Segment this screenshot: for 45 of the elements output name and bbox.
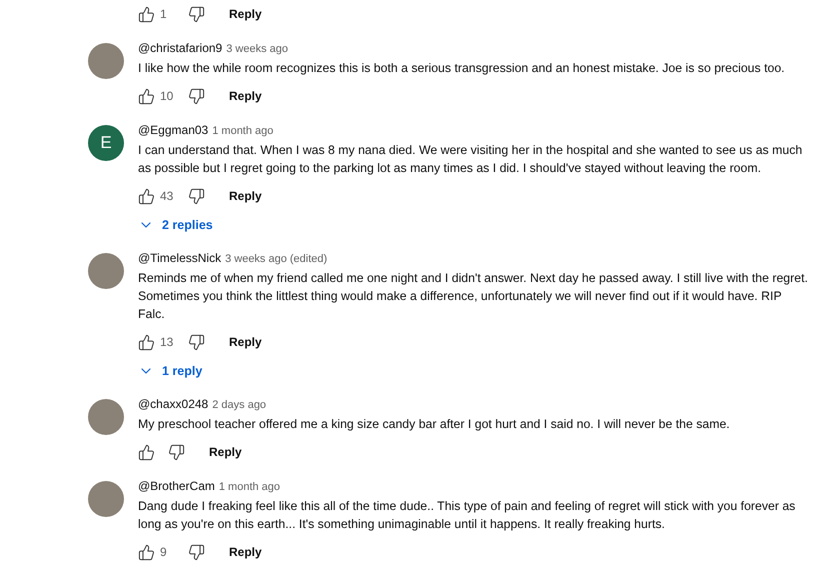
thumbs-up-icon	[138, 334, 154, 350]
reply-button[interactable]: Reply	[218, 84, 273, 108]
thumbs-up-icon	[138, 188, 154, 204]
thumbs-down-icon	[188, 88, 204, 104]
like-count: 13	[160, 334, 174, 351]
comment-text: My preschool teacher offered me a king size candy bar after I got hurt and I said no. I will never be the same.	[138, 416, 731, 433]
comment-text: I can understand that. When I was 8 my nana died. We were visiting her in the hospital and she wanted to see us as much as possible but I regret going to the parking lot as many times as I did. I should've stayed without leaving the room.	[138, 142, 804, 177]
avatar-photo-placeholder	[88, 399, 124, 435]
comment-author[interactable]: @TimelessNick	[138, 249, 222, 267]
reply-button[interactable]: Reply	[218, 184, 273, 208]
like-count: 9	[160, 544, 168, 561]
comment-time: 1 month ago	[218, 480, 280, 495]
like-count: 1	[160, 6, 168, 23]
reply-button[interactable]: Reply	[218, 2, 273, 26]
comment-time: 3 weeks ago	[226, 42, 288, 57]
thumbs-up-icon	[138, 544, 154, 560]
thumbs-down-icon	[188, 188, 204, 204]
avatar-photo-placeholder	[88, 481, 124, 517]
thumbs-up-icon	[138, 88, 154, 104]
like-count: 43	[160, 188, 174, 205]
view-replies-button[interactable]: 2 replies	[134, 213, 217, 237]
like-count: 10	[160, 88, 174, 105]
avatar: E	[88, 125, 124, 161]
comment-time: 3 weeks ago (edited)	[225, 252, 328, 267]
comment-time: 2 days ago	[212, 398, 266, 413]
comment-author[interactable]: @BrotherCam	[138, 477, 215, 495]
reply-button[interactable]: Reply	[218, 540, 273, 564]
reply-button[interactable]: Reply	[198, 440, 253, 464]
thumbs-down-icon	[168, 444, 184, 460]
comment-text: Reminds me of when my friend called me one night and I didn't answer. Next day he passed away. I still live with the regret. Sometimes you think the littlest thing would make a difference, unfortunately we will never find out if it would have. RIP Falc.	[138, 270, 809, 323]
comment-text: Dang dude I freaking feel like this all of the time dude.. This type of pain and feeling of regret will stick with you forever as long as you're on this earth... It's something unimaginable until it happens. It really freaking hurts.	[138, 498, 796, 533]
comment-author[interactable]: @chaxx0248	[138, 395, 208, 413]
avatar-photo-placeholder	[88, 43, 124, 79]
comment-author[interactable]: @christafarion9	[138, 39, 222, 57]
avatar-photo-placeholder	[88, 253, 124, 289]
comment-time: 1 month ago	[212, 124, 274, 139]
thumbs-down-icon	[188, 334, 204, 350]
comment-text: I like how the while room recognizes this is both a serious transgression and an honest mistake. Joe is so precious too.	[138, 60, 786, 77]
thumbs-down-icon	[188, 6, 204, 22]
view-replies-button[interactable]: 1 reply	[134, 359, 206, 383]
comment-author[interactable]: @Eggman03	[138, 121, 208, 139]
thumbs-up-icon	[138, 444, 154, 460]
thumbs-down-icon	[188, 544, 204, 560]
thumbs-up-icon	[138, 6, 154, 22]
reply-button[interactable]: Reply	[218, 330, 273, 354]
